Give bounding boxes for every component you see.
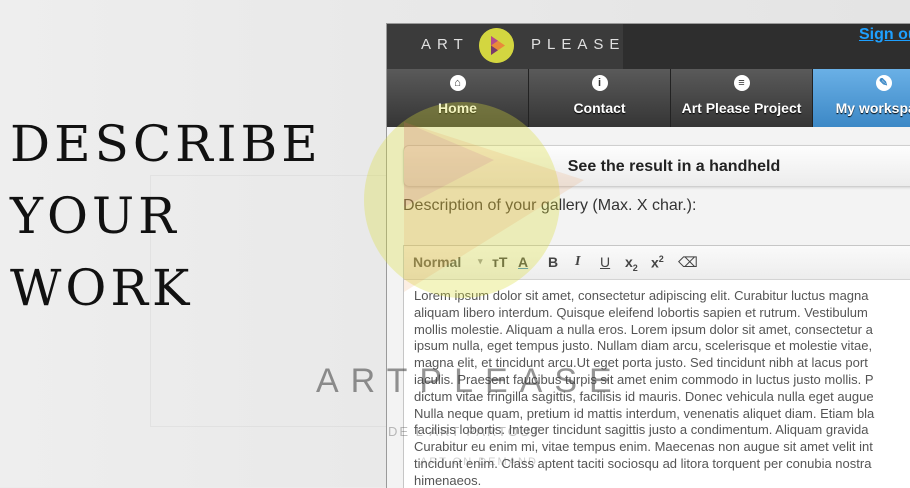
editor-toolbar: Normal ▾ тT A B I U x2 x2 ⌫ (404, 246, 910, 280)
subscript-mark: 2 (632, 262, 638, 273)
nav-contact-label: Contact (573, 100, 626, 116)
nav-art-please-project[interactable]: ≡ Art Please Project (671, 69, 813, 127)
hero-line-3: WORK (10, 259, 194, 317)
info-icon: i (591, 75, 608, 91)
nav-project-label: Art Please Project (681, 100, 802, 116)
hero-line-1: DESCRIBE (10, 115, 322, 173)
content-line: Curabitur eu enim mi, vitae tempus enim.… (414, 439, 873, 455)
format-dropdown-icon[interactable]: ▾ (478, 256, 483, 267)
menu-icon: ≡ (733, 75, 750, 91)
main-nav: ⌂ Home i Contact ≡ Art Please Project ✎ … (387, 69, 910, 127)
nav-workspace-label: My workspace (835, 100, 910, 116)
font-size-icon[interactable]: тT (492, 254, 507, 270)
format-select[interactable]: Normal (413, 254, 461, 270)
logo-text-left: ART (421, 36, 469, 53)
subscript-x: x (625, 254, 633, 270)
sign-out-link[interactable]: Sign out (859, 26, 910, 44)
content-line: Lorem ipsum dolor sit amet, consectetur … (414, 288, 869, 303)
content-line: mollis molestie. Aliquam a nulla eros. L… (414, 321, 873, 337)
superscript-mark: 2 (658, 254, 664, 264)
logo-mark-icon (479, 28, 514, 63)
home-icon: ⌂ (449, 75, 466, 91)
font-color-icon[interactable]: A (518, 254, 528, 270)
nav-contact[interactable]: i Contact (529, 69, 671, 127)
superscript-x: x (651, 254, 659, 271)
app-screenshot: ART PLEASE Sign out ⌂ Home i Contact ≡ A… (386, 23, 910, 488)
nav-my-workspace[interactable]: ✎ My workspace (813, 69, 910, 127)
handheld-preview-label: See the result in a handheld (567, 158, 781, 175)
italic-button[interactable]: I (575, 254, 580, 270)
top-bar: ART PLEASE Sign out (387, 24, 910, 69)
nav-home[interactable]: ⌂ Home (387, 69, 529, 127)
pencil-icon: ✎ (875, 75, 892, 91)
handheld-preview-button[interactable]: See the result in a handheld (403, 145, 910, 187)
content-line: Nulla neque quam, pretium id mattis inte… (414, 405, 875, 421)
content-line: ipsum nulla, eget tempus justo. Nullam d… (414, 338, 873, 354)
hero-heading: DESCRIBE YOUR WORK (10, 108, 322, 324)
content-line: aliquam libero interdum. Quisque eleifen… (414, 304, 868, 320)
underline-button[interactable]: U (600, 254, 610, 270)
hero-line-2: YOUR (10, 187, 180, 245)
clear-format-icon[interactable]: ⌫ (678, 254, 698, 271)
logo[interactable]: ART PLEASE (387, 24, 623, 69)
subscript-button[interactable]: x2 (625, 254, 638, 273)
content-line: himenaeos. (414, 472, 482, 488)
watermark-tagline-2: ART ON DEMAND (420, 456, 538, 468)
watermark-brand: ARTPLEASE (316, 362, 624, 400)
bold-button[interactable]: B (548, 254, 558, 270)
watermark-tagline: DE L'ART PARTOUT (388, 424, 542, 439)
nav-home-label: Home (438, 100, 477, 116)
superscript-button[interactable]: x2 (651, 254, 664, 271)
description-label: Description of your gallery (Max. X char… (403, 197, 697, 214)
logo-text-right: PLEASE (531, 36, 626, 53)
